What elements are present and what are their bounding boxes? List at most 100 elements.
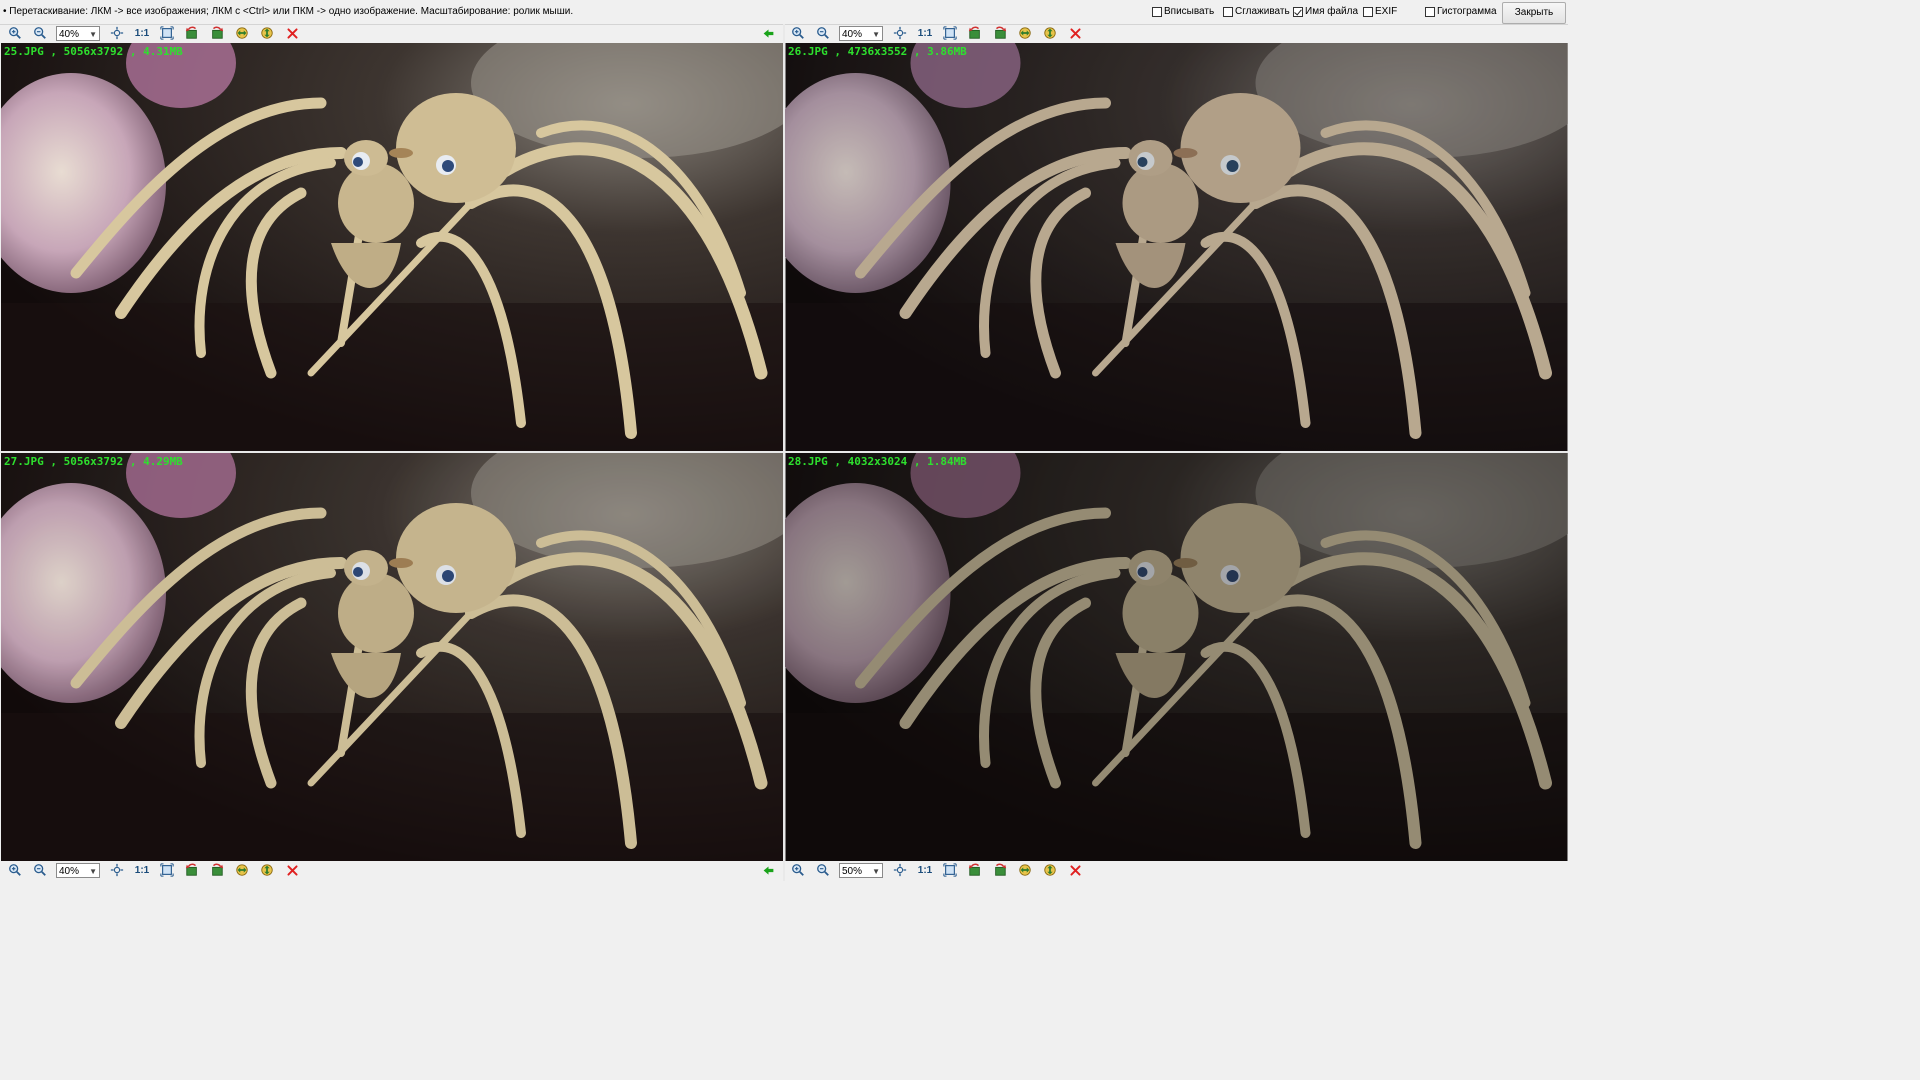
- fit-checkbox[interactable]: Вписывать: [1152, 6, 1214, 17]
- rotate-left-button[interactable]: [964, 23, 986, 43]
- zoom-out-icon: [33, 863, 47, 877]
- frame-icon: [943, 26, 957, 40]
- flip-vertical-icon: [260, 26, 274, 40]
- close-icon: [1069, 27, 1082, 40]
- exif-checkbox[interactable]: EXIF: [1363, 6, 1397, 17]
- smooth-checkbox-box[interactable]: [1223, 6, 1233, 17]
- zoom-out-button[interactable]: [812, 860, 834, 880]
- zoom-select[interactable]: 40% ▼: [56, 862, 100, 878]
- image-panel-3[interactable]: 27.JPG , 5056x3792 , 4.29MB: [1, 453, 783, 861]
- top-bar: • Перетаскивание: ЛКМ -> все изображения…: [0, 0, 1568, 25]
- rotate-left-button[interactable]: [181, 23, 203, 43]
- zoom-out-icon: [816, 863, 830, 877]
- remove-image-button[interactable]: [281, 23, 303, 43]
- fit-button[interactable]: [106, 23, 128, 43]
- remove-image-button[interactable]: [281, 860, 303, 880]
- image-caption: 28.JPG , 4032x3024 , 1.84MB: [788, 455, 967, 468]
- rotate-left-button[interactable]: [964, 860, 986, 880]
- flip-horizontal-icon: [1018, 26, 1032, 40]
- remove-image-button[interactable]: [1064, 860, 1086, 880]
- zoom-in-icon: [8, 26, 22, 40]
- fit-button[interactable]: [889, 860, 911, 880]
- zoom-in-button[interactable]: [4, 860, 26, 880]
- histogram-checkbox-label: Гистограмма: [1437, 6, 1497, 17]
- flip-horizontal-button[interactable]: [231, 860, 253, 880]
- rotate-right-icon: [993, 863, 1007, 877]
- rotate-left-icon: [185, 26, 199, 40]
- flip-vertical-button[interactable]: [1039, 860, 1061, 880]
- fit-checkbox-box[interactable]: [1152, 6, 1162, 17]
- fit-icon: [110, 863, 124, 877]
- toolbar-top-left: 40% ▼ 1:1: [0, 23, 306, 43]
- smooth-checkbox-label: Сглаживать: [1235, 6, 1290, 17]
- image-panel-1[interactable]: 25.JPG , 5056x3792 , 4.31MB: [1, 43, 783, 451]
- filename-checkbox[interactable]: Имя файла: [1293, 6, 1358, 17]
- close-button[interactable]: Закрыть: [1502, 2, 1566, 24]
- rotate-left-icon: [968, 863, 982, 877]
- flip-horizontal-button[interactable]: [1014, 23, 1036, 43]
- filename-checkbox-box[interactable]: [1293, 6, 1303, 17]
- sync-arrow-bottom[interactable]: [762, 860, 775, 880]
- flip-horizontal-button[interactable]: [231, 23, 253, 43]
- actual-size-button[interactable]: 1:1: [131, 860, 153, 880]
- photo-spider: [1, 43, 783, 451]
- fit-button[interactable]: [106, 860, 128, 880]
- flip-horizontal-button[interactable]: [1014, 860, 1036, 880]
- image-panel-4[interactable]: 28.JPG , 4032x3024 , 1.84MB: [785, 453, 1568, 861]
- frame-button[interactable]: [156, 23, 178, 43]
- rotate-left-icon: [185, 863, 199, 877]
- flip-vertical-button[interactable]: [256, 23, 278, 43]
- frame-icon: [160, 863, 174, 877]
- histogram-checkbox-box[interactable]: [1425, 6, 1435, 17]
- flip-vertical-button[interactable]: [1039, 23, 1061, 43]
- zoom-out-button[interactable]: [29, 860, 51, 880]
- rotate-right-button[interactable]: [206, 860, 228, 880]
- rotate-right-icon: [993, 26, 1007, 40]
- zoom-in-button[interactable]: [4, 23, 26, 43]
- rotate-right-button[interactable]: [989, 23, 1011, 43]
- zoom-value: 40%: [59, 865, 80, 877]
- rotate-right-button[interactable]: [989, 860, 1011, 880]
- flip-vertical-button[interactable]: [256, 860, 278, 880]
- actual-size-button[interactable]: 1:1: [914, 860, 936, 880]
- zoom-in-button[interactable]: [787, 23, 809, 43]
- rotate-left-button[interactable]: [181, 860, 203, 880]
- frame-button[interactable]: [939, 860, 961, 880]
- zoom-select[interactable]: 50% ▼: [839, 862, 883, 878]
- frame-button[interactable]: [939, 23, 961, 43]
- flip-vertical-icon: [260, 863, 274, 877]
- actual-size-button[interactable]: 1:1: [914, 23, 936, 43]
- frame-button[interactable]: [156, 860, 178, 880]
- close-icon: [286, 27, 299, 40]
- flip-horizontal-icon: [235, 26, 249, 40]
- zoom-in-button[interactable]: [787, 860, 809, 880]
- frame-icon: [160, 26, 174, 40]
- filename-checkbox-label: Имя файла: [1305, 6, 1359, 17]
- flip-vertical-icon: [1043, 26, 1057, 40]
- zoom-in-icon: [791, 863, 805, 877]
- image-caption: 26.JPG , 4736x3552 , 3.86MB: [788, 45, 967, 58]
- horizontal-splitter[interactable]: [0, 451, 1568, 453]
- zoom-out-button[interactable]: [29, 23, 51, 43]
- rotate-right-button[interactable]: [206, 23, 228, 43]
- fit-button[interactable]: [889, 23, 911, 43]
- arrow-left-icon: [762, 27, 775, 40]
- zoom-value: 40%: [59, 28, 80, 40]
- zoom-out-button[interactable]: [812, 23, 834, 43]
- fit-icon: [110, 26, 124, 40]
- actual-size-button[interactable]: 1:1: [131, 23, 153, 43]
- image-panel-2[interactable]: 26.JPG , 4736x3552 , 3.86MB: [785, 43, 1568, 451]
- zoom-select[interactable]: 40% ▼: [56, 25, 100, 41]
- zoom-out-icon: [33, 26, 47, 40]
- rotate-left-icon: [968, 26, 982, 40]
- remove-image-button[interactable]: [1064, 23, 1086, 43]
- histogram-checkbox[interactable]: Гистограмма: [1425, 6, 1497, 17]
- zoom-select[interactable]: 40% ▼: [839, 25, 883, 41]
- photo-spider: [785, 43, 1568, 451]
- sync-arrow-top[interactable]: [762, 23, 775, 43]
- flip-vertical-icon: [1043, 863, 1057, 877]
- image-caption: 25.JPG , 5056x3792 , 4.31MB: [4, 45, 183, 58]
- smooth-checkbox[interactable]: Сглаживать: [1223, 6, 1290, 17]
- exif-checkbox-box[interactable]: [1363, 6, 1373, 17]
- photo-spider: [785, 453, 1568, 861]
